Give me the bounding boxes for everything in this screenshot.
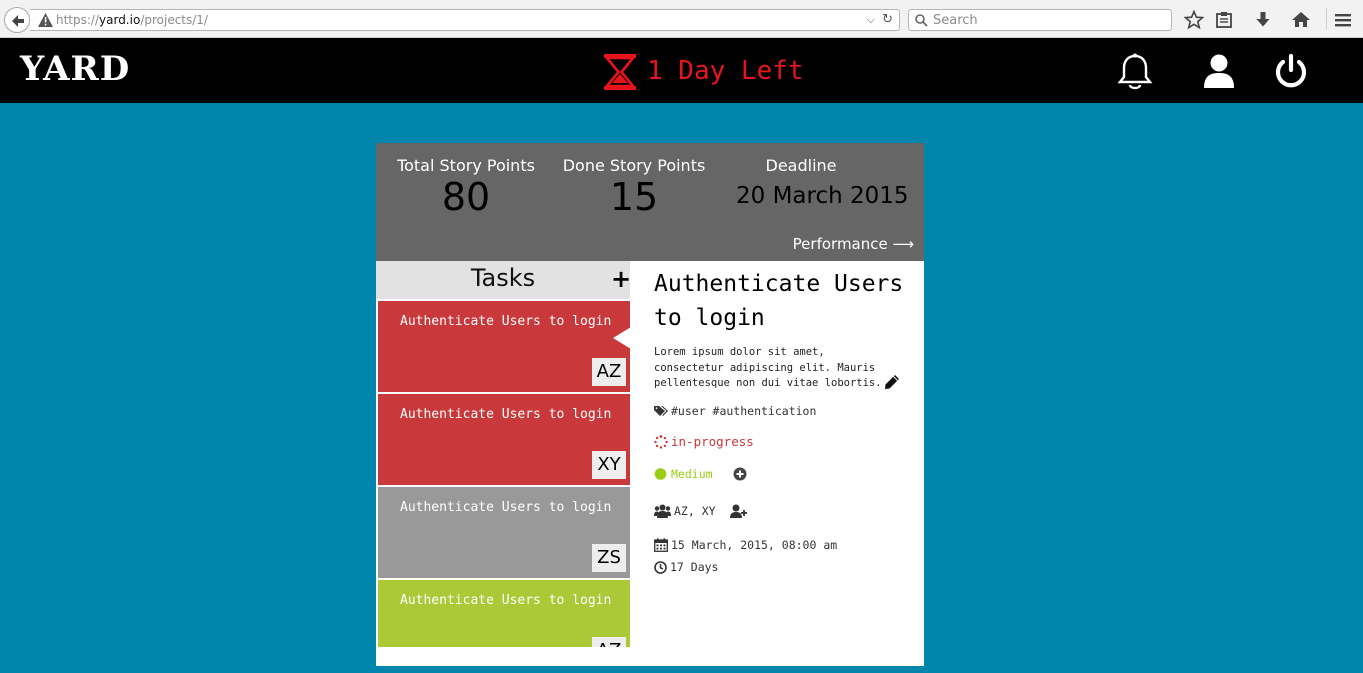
address-bar[interactable]: https://yard.io/projects/1/ ⌵ ↻ xyxy=(30,9,900,31)
hourglass-icon xyxy=(604,54,636,90)
total-points-stat: Total Story Points 80 xyxy=(386,156,546,219)
url-path: /projects/1/ xyxy=(140,13,208,27)
duration-row: 17 Days xyxy=(654,560,718,574)
detail-description: Lorem ipsum dolor sit amet, consectetur … xyxy=(654,346,882,389)
add-user-icon[interactable] xyxy=(729,504,747,518)
start-date-text: 15 March, 2015, 08:00 am xyxy=(671,538,838,552)
task-card[interactable]: Authenticate Users to login AZ xyxy=(378,301,630,392)
star-icon[interactable] xyxy=(1184,10,1204,30)
warning-icon xyxy=(38,13,53,27)
priority-row: Medium xyxy=(654,467,750,481)
bookmarks-icon[interactable] xyxy=(1214,10,1234,30)
performance-link[interactable]: Performance ⟶ xyxy=(793,235,914,253)
priority-dot-icon xyxy=(654,468,667,480)
download-icon[interactable] xyxy=(1253,10,1273,30)
pencil-icon[interactable] xyxy=(884,374,900,390)
priority-text[interactable]: Medium xyxy=(671,467,713,481)
task-title: Authenticate Users to login xyxy=(400,407,612,422)
assignee-badge: AZ xyxy=(592,637,626,647)
stats-panel: Total Story Points 80 Done Story Points … xyxy=(376,143,924,261)
assignees-row: AZ, XY xyxy=(654,504,750,518)
browser-toolbar: https://yard.io/projects/1/ ⌵ ↻ xyxy=(0,0,1363,38)
tasks-title: Tasks xyxy=(470,264,536,292)
deadline-label: Deadline xyxy=(765,156,837,175)
search-field[interactable] xyxy=(908,9,1172,31)
assignee-badge: XY xyxy=(592,451,626,479)
detail-title: Authenticate Users to login xyxy=(654,271,904,331)
app-header: YARD 1 Day Left xyxy=(0,38,1363,103)
task-title: Authenticate Users to login xyxy=(400,314,612,329)
done-points-stat: Done Story Points 15 xyxy=(554,156,714,219)
user-icon[interactable] xyxy=(1203,54,1235,88)
menu-icon[interactable] xyxy=(1333,10,1353,30)
back-button[interactable] xyxy=(4,7,30,33)
total-points-value: 80 xyxy=(441,175,491,219)
back-arrow-icon xyxy=(12,15,24,27)
tasks-header: Tasks + xyxy=(376,261,631,299)
duration-text: 17 Days xyxy=(670,560,719,574)
tags-row: #user #authentication xyxy=(654,404,816,418)
tags-text: #user #authentication xyxy=(671,404,817,418)
task-card[interactable]: Authenticate Users to login ZS xyxy=(378,487,630,578)
done-points-value: 15 xyxy=(609,175,659,219)
toolbar-divider xyxy=(1326,8,1327,30)
selected-pointer xyxy=(613,327,630,349)
task-title: Authenticate Users to login xyxy=(400,593,612,608)
status-row: in-progress xyxy=(654,434,754,449)
deadline-stat: Deadline 20 March 2015 xyxy=(716,156,909,209)
task-title: Authenticate Users to login xyxy=(400,500,612,515)
status-text[interactable]: in-progress xyxy=(671,434,754,449)
clock-icon xyxy=(654,560,667,574)
chevron-down-icon[interactable]: ⌵ xyxy=(867,13,875,27)
start-date-row: 15 March, 2015, 08:00 am xyxy=(654,538,837,552)
task-detail: Authenticate Users to login Lorem ipsum … xyxy=(654,267,916,574)
power-icon[interactable] xyxy=(1273,53,1309,89)
add-task-button[interactable]: + xyxy=(611,265,631,293)
bell-icon[interactable] xyxy=(1117,53,1153,91)
url-text: https://yard.io/projects/1/ xyxy=(56,13,208,27)
countdown-text: 1 Day Left xyxy=(647,56,804,86)
assignee-badge: AZ xyxy=(592,358,626,386)
reload-icon[interactable]: ↻ xyxy=(882,12,893,27)
logo[interactable]: YARD xyxy=(20,49,130,89)
task-list: Authenticate Users to login AZ Authentic… xyxy=(378,301,630,647)
url-host: yard.io xyxy=(99,13,141,27)
spinner-icon xyxy=(654,434,668,449)
task-card[interactable]: Authenticate Users to login XY xyxy=(378,394,630,485)
deadline-value: 20 March 2015 xyxy=(736,183,909,209)
url-scheme: https:// xyxy=(56,13,100,27)
users-icon xyxy=(654,504,671,518)
total-points-label: Total Story Points xyxy=(397,156,535,175)
search-input[interactable] xyxy=(933,12,1163,28)
search-icon xyxy=(915,14,928,27)
done-points-label: Done Story Points xyxy=(562,156,706,175)
task-card[interactable]: Authenticate Users to login AZ xyxy=(378,580,630,647)
assignee-badge: ZS xyxy=(592,544,626,572)
tags-icon xyxy=(654,406,668,416)
home-icon[interactable] xyxy=(1291,10,1311,30)
assignees-text: AZ, XY xyxy=(674,504,716,518)
project-card: Total Story Points 80 Done Story Points … xyxy=(376,143,924,666)
calendar-icon xyxy=(654,538,668,552)
add-circle-icon[interactable] xyxy=(733,467,747,481)
